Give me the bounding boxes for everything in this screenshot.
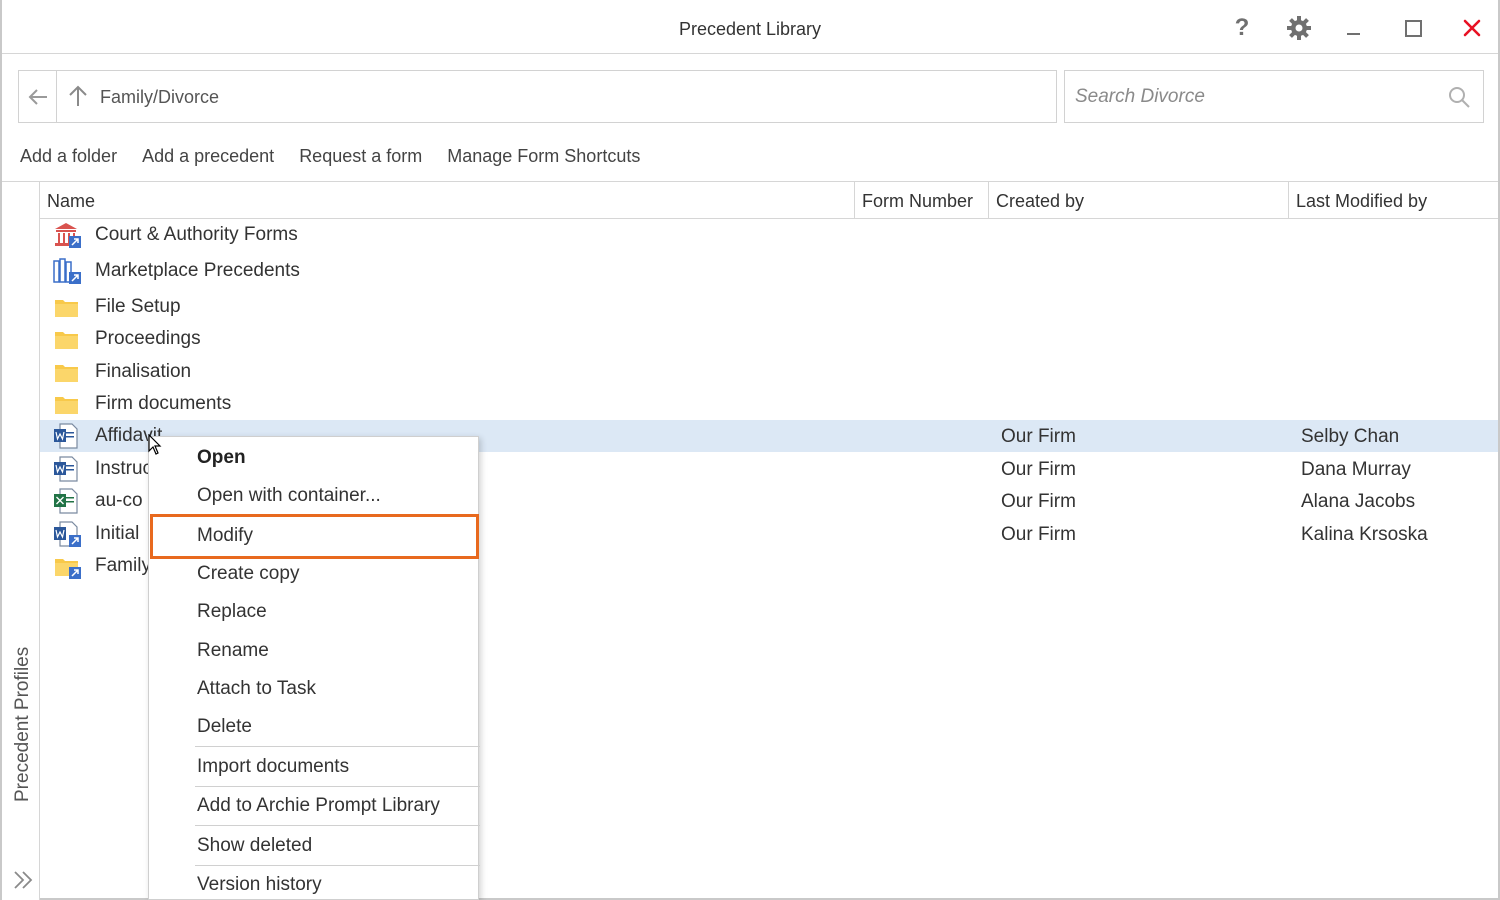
table-row[interactable]: Proceedings: [40, 323, 1498, 355]
row-created-by: Our Firm: [1001, 426, 1076, 447]
expand-chevrons-icon[interactable]: [12, 868, 36, 892]
folder-icon: [52, 358, 82, 386]
column-header-created-by[interactable]: Created by: [989, 182, 1289, 218]
excel-doc-icon: [52, 487, 82, 515]
window-title: Precedent Library: [678, 19, 822, 39]
help-icon[interactable]: ?: [1222, 10, 1262, 46]
breadcrumb[interactable]: Family/Divorce: [100, 87, 219, 108]
row-created-by: Our Firm: [1001, 459, 1076, 480]
menu-item-import-documents[interactable]: Import documents: [197, 756, 349, 778]
action-bar: Add a folder Add a precedent Request a f…: [20, 146, 640, 170]
folder-icon: [52, 293, 82, 321]
word-shortcut-icon: [52, 520, 82, 548]
table-header: Name Form Number Created by Last Modifie…: [40, 182, 1498, 219]
search-icon[interactable]: [1447, 85, 1471, 109]
row-modified-by: Dana Murray: [1301, 459, 1411, 480]
address-bar: Family/Divorce: [18, 70, 1057, 123]
add-folder-link[interactable]: Add a folder: [20, 146, 117, 170]
search-input[interactable]: [1075, 83, 1435, 111]
row-name: Initial: [95, 523, 140, 544]
maximize-icon[interactable]: [1393, 10, 1433, 46]
row-name: Instruc: [95, 458, 153, 479]
menu-item-open[interactable]: Open: [197, 447, 246, 469]
menu-item-show-deleted[interactable]: Show deleted: [197, 835, 312, 857]
minimize-icon[interactable]: [1334, 10, 1374, 46]
menu-item-create-copy[interactable]: Create copy: [197, 563, 299, 585]
close-icon[interactable]: [1452, 10, 1492, 46]
menu-divider: [195, 825, 480, 826]
manage-form-shortcuts-link[interactable]: Manage Form Shortcuts: [447, 146, 640, 170]
table-row[interactable]: File Setup: [40, 291, 1498, 323]
folder-icon: [52, 390, 82, 418]
mouse-cursor-icon: [148, 433, 162, 456]
menu-item-attach-to-task[interactable]: Attach to Task: [197, 678, 316, 700]
row-name: au-co: [95, 490, 143, 511]
precedent-profiles-label[interactable]: Precedent Profiles: [12, 647, 34, 802]
precedent-profiles-panel[interactable]: Precedent Profiles: [2, 182, 40, 900]
word-doc-icon: [52, 455, 82, 483]
folder-icon: [52, 325, 82, 353]
gear-icon[interactable]: [1279, 10, 1319, 46]
table-row[interactable]: Court & Authority Forms: [40, 219, 1498, 251]
context-menu: Open Open with container... Modify Creat…: [148, 436, 480, 900]
table-row[interactable]: Marketplace Precedents: [40, 255, 1498, 287]
menu-item-add-to-archie-prompt-library[interactable]: Add to Archie Prompt Library: [197, 795, 440, 817]
add-precedent-link[interactable]: Add a precedent: [142, 146, 274, 170]
menu-divider: [195, 746, 480, 747]
menu-item-replace[interactable]: Replace: [197, 601, 267, 623]
back-arrow-icon[interactable]: [19, 71, 57, 122]
row-name: Proceedings: [95, 328, 201, 349]
row-created-by: Our Firm: [1001, 524, 1076, 545]
row-name: Finalisation: [95, 361, 192, 382]
folder-shortcut-icon: [52, 552, 82, 580]
row-created-by: Our Firm: [1001, 491, 1076, 512]
column-header-form-number[interactable]: Form Number: [855, 182, 989, 218]
word-doc-icon: [52, 422, 82, 450]
row-modified-by: Kalina Krsoska: [1301, 524, 1428, 545]
request-form-link[interactable]: Request a form: [299, 146, 422, 170]
menu-divider: [195, 865, 480, 866]
court-forms-icon: [52, 221, 82, 249]
table-row[interactable]: Finalisation: [40, 356, 1498, 388]
table-row[interactable]: Firm documents: [40, 388, 1498, 420]
menu-item-rename[interactable]: Rename: [197, 640, 269, 662]
menu-item-open-with-container[interactable]: Open with container...: [197, 485, 381, 507]
row-modified-by: Selby Chan: [1301, 426, 1400, 447]
up-arrow-icon[interactable]: [65, 83, 91, 109]
row-modified-by: Alana Jacobs: [1301, 491, 1416, 512]
search-box: [1064, 70, 1484, 123]
column-header-name[interactable]: Name: [40, 182, 855, 218]
menu-item-modify[interactable]: Modify: [197, 525, 253, 547]
menu-divider: [195, 786, 480, 787]
row-name: Court & Authority Forms: [95, 224, 298, 245]
precedent-library-window: Precedent Library ? Family/Divorce Searc…: [0, 0, 1500, 900]
menu-item-delete[interactable]: Delete: [197, 716, 252, 738]
marketplace-icon: [52, 257, 82, 285]
menu-item-version-history[interactable]: Version history: [197, 874, 322, 896]
row-name: File Setup: [95, 296, 181, 317]
row-name: Firm documents: [95, 393, 232, 414]
title-bar: Precedent Library ?: [2, 0, 1498, 54]
row-name: Marketplace Precedents: [95, 260, 300, 281]
row-name: Family: [95, 555, 151, 576]
column-header-last-modified-by[interactable]: Last Modified by: [1289, 182, 1498, 218]
